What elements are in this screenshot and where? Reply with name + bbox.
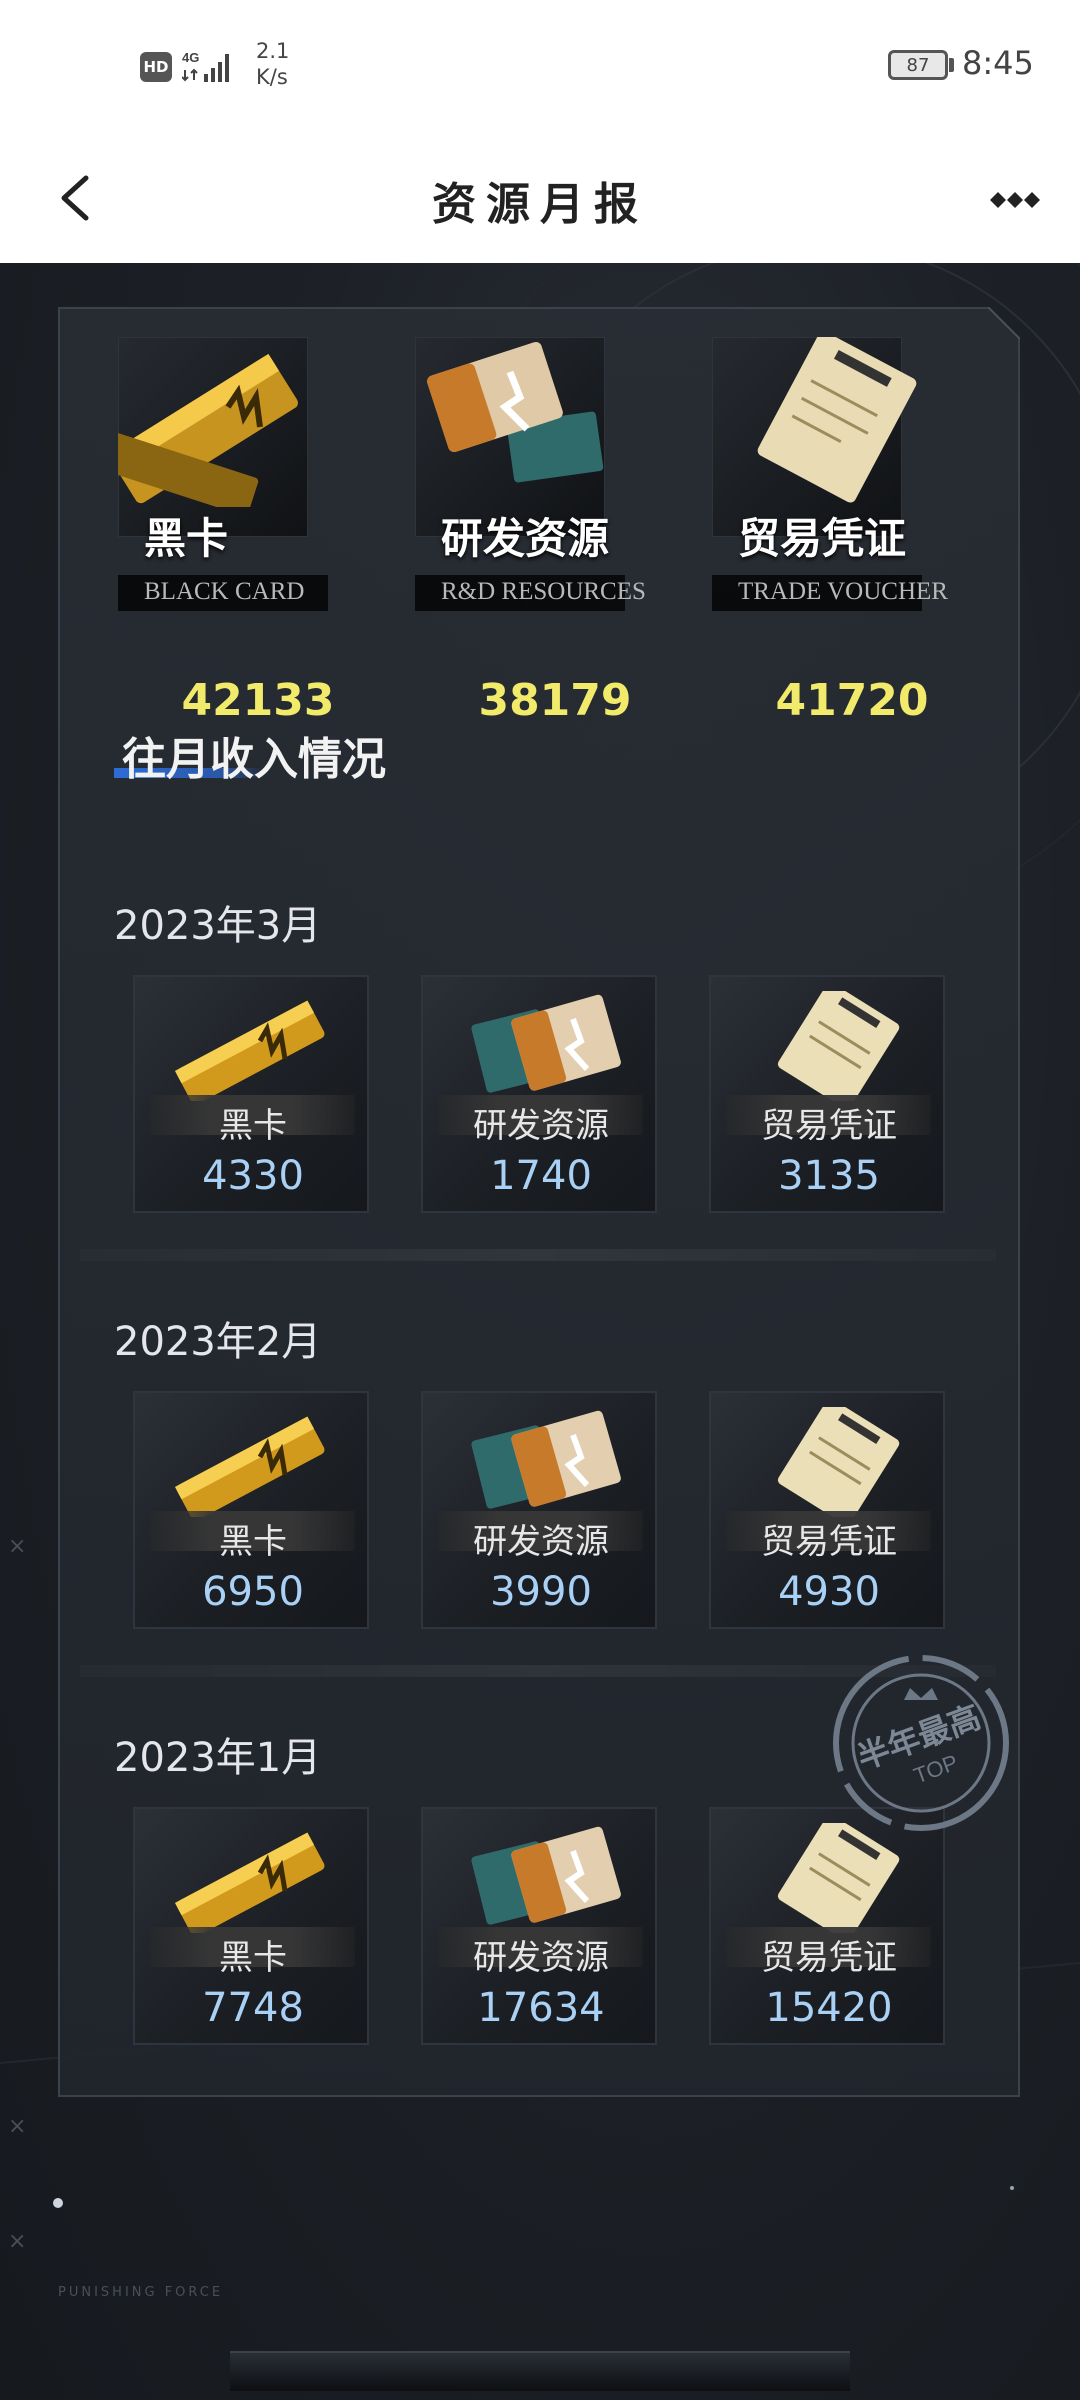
black-card-icon xyxy=(175,1000,325,1101)
month-item-black-card: 黑卡 4330 xyxy=(133,975,369,1213)
month-label: 2023年1月 xyxy=(114,1735,322,1781)
month-item-rnd-resources: 研发资源 17634 xyxy=(421,1807,657,2045)
rnd-resources-icon xyxy=(471,1410,621,1509)
status-bar: HD 4G 2.1 K/s 87 8:45 xyxy=(0,0,1080,130)
trade-voucher-icon xyxy=(777,1823,900,1933)
network-speed: 2.1 K/s xyxy=(256,38,316,90)
svg-text:4G: 4G xyxy=(182,50,199,65)
item-label: 贸易凭证 xyxy=(761,1106,897,1146)
more-button[interactable] xyxy=(980,180,1050,220)
total-trade-voucher: 贸易凭证 TRADE VOUCHER 41720 xyxy=(712,337,992,726)
item-label: 贸易凭证 xyxy=(761,1522,897,1562)
half-year-top-stamp: 半年最高 TOP xyxy=(833,1655,1009,1831)
item-value: 4330 xyxy=(202,1153,304,1199)
item-value: 3990 xyxy=(490,1569,592,1615)
trade-voucher-icon xyxy=(777,1407,900,1517)
item-label: 研发资源 xyxy=(473,1938,609,1978)
speed-value: 2.1 xyxy=(256,39,290,63)
item-value: 1740 xyxy=(490,1153,592,1199)
item-label: 研发资源 xyxy=(473,1522,609,1562)
section-title: 往月收入情况 xyxy=(122,734,386,785)
speed-unit: K/s xyxy=(256,65,288,89)
month-item-trade-voucher: 贸易凭证 15420 xyxy=(709,1807,945,2045)
footer-brand: PUNISHING FORCE xyxy=(58,2285,224,2300)
rnd-resources-icon xyxy=(471,1826,621,1925)
month-item-rnd-resources: 研发资源 1740 xyxy=(421,975,657,1213)
svg-text:×: × xyxy=(8,2229,26,2254)
total-black-card: 黑卡 BLACK CARD 42133 xyxy=(118,337,398,726)
item-label: 研发资源 xyxy=(473,1106,609,1146)
footer-bar xyxy=(230,2351,850,2391)
page-title: 资源月报 xyxy=(432,179,648,230)
total-name: 研发资源 xyxy=(441,514,610,563)
battery-icon: 87 xyxy=(888,50,948,80)
app-header: 资源月报 xyxy=(0,130,1080,263)
month-item-rnd-resources: 研发资源 3990 xyxy=(421,1391,657,1629)
month-item-trade-voucher: 贸易凭证 4930 xyxy=(709,1391,945,1629)
item-label: 黑卡 xyxy=(219,1522,287,1562)
total-en: TRADE VOUCHER xyxy=(738,578,948,605)
item-value: 6950 xyxy=(202,1569,304,1615)
hd-badge: HD xyxy=(140,52,172,82)
clock: 8:45 xyxy=(962,44,1034,82)
total-value: 41720 xyxy=(775,675,929,726)
month-item-black-card: 黑卡 6950 xyxy=(133,1391,369,1629)
total-value: 38179 xyxy=(478,675,632,726)
item-label: 黑卡 xyxy=(219,1106,287,1146)
trade-voucher-icon xyxy=(777,991,900,1101)
panel-corner-decoration xyxy=(988,307,1020,339)
svg-text:×: × xyxy=(8,2114,26,2139)
month-separator xyxy=(80,1249,996,1261)
rnd-resources-icon xyxy=(427,341,604,483)
battery-level: 87 xyxy=(906,54,930,76)
item-value: 3135 xyxy=(778,1153,880,1199)
item-value: 17634 xyxy=(477,1985,605,2031)
black-card-icon xyxy=(118,353,298,507)
item-value: 15420 xyxy=(765,1985,893,2031)
item-label: 贸易凭证 xyxy=(761,1938,897,1978)
item-value: 4930 xyxy=(778,1569,880,1615)
month-label: 2023年3月 xyxy=(114,903,322,949)
month-item-trade-voucher: 贸易凭证 3135 xyxy=(709,975,945,1213)
item-label: 黑卡 xyxy=(219,1938,287,1978)
total-rnd-resources: 研发资源 R&D RESOURCES 38179 xyxy=(415,337,695,726)
game-view: × × × 黑卡 BLACK CARD 42133 研发资源 R&D RESOU… xyxy=(0,263,1080,2400)
total-en: BLACK CARD xyxy=(144,578,305,605)
svg-text:×: × xyxy=(8,1534,26,1559)
total-value: 42133 xyxy=(181,675,335,726)
total-name: 黑卡 xyxy=(144,514,229,563)
black-card-icon xyxy=(175,1416,325,1517)
rnd-resources-icon xyxy=(471,994,621,1093)
month-label: 2023年2月 xyxy=(114,1319,322,1365)
month-item-black-card: 黑卡 7748 xyxy=(133,1807,369,2045)
total-name: 贸易凭证 xyxy=(738,514,907,563)
battery-cap xyxy=(949,58,954,72)
more-dots-icon xyxy=(990,192,1040,208)
signal-icon: 4G xyxy=(182,50,229,82)
total-en: R&D RESOURCES xyxy=(441,578,646,605)
black-card-icon xyxy=(175,1832,325,1933)
trade-voucher-icon xyxy=(757,337,917,503)
item-value: 7748 xyxy=(202,1985,304,2031)
